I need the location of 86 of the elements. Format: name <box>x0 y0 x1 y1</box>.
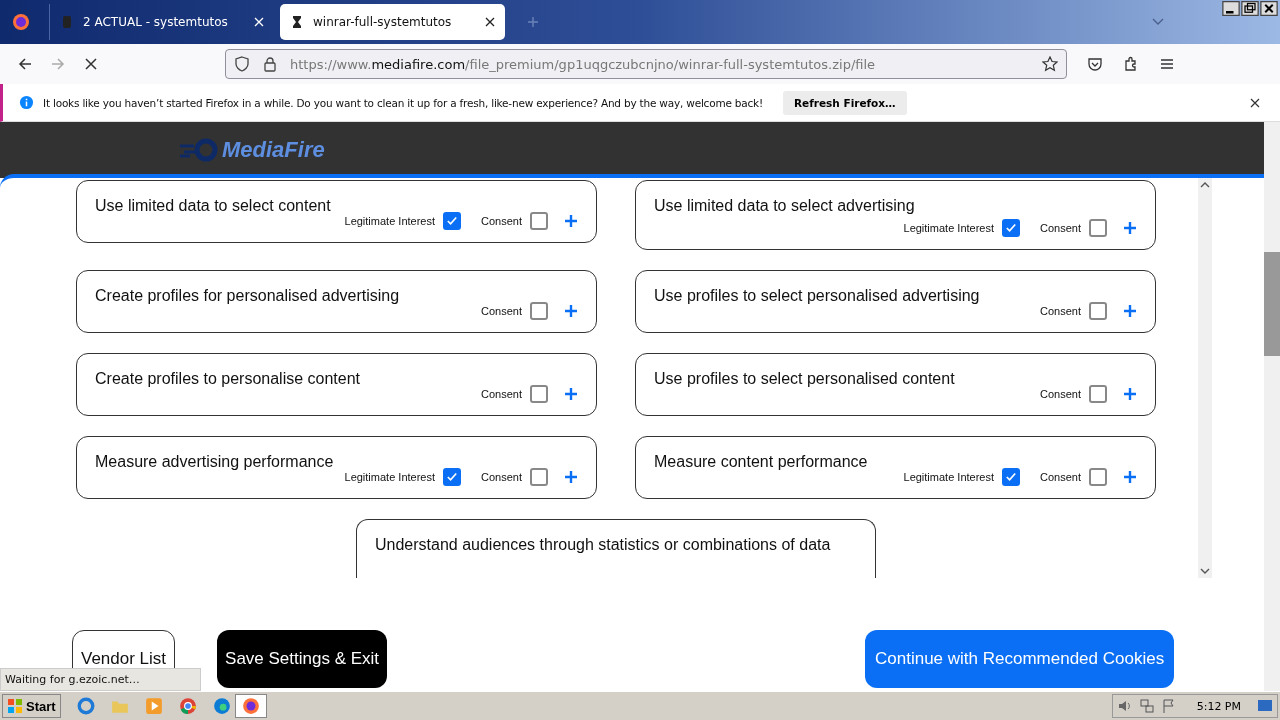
star-icon[interactable] <box>1042 56 1058 72</box>
shield-icon <box>234 56 250 72</box>
notification-message: It looks like you haven’t started Firefox in a while. Do you want to clean it up for a fresh, like-new experience? And by the way, welcome back! <box>43 96 763 109</box>
expand-icon[interactable] <box>564 304 578 318</box>
address-bar[interactable]: https://www.mediafire.com/file_premium/gp1uqgczubcnjno/winrar-full-systemtutos.zip/file <box>225 49 1067 79</box>
checkmark-icon <box>1004 470 1018 484</box>
purpose-title: Use limited data to select content <box>95 197 331 215</box>
checkbox-label: Legitimate Interest <box>344 471 435 483</box>
minimize-icon[interactable] <box>1222 1 1240 16</box>
logo-icon <box>178 138 218 162</box>
purpose-title: Use profiles to select personalised advertising <box>654 287 980 305</box>
checkbox-label: Legitimate Interest <box>344 215 435 227</box>
dialog-button[interactable]: Save Settings & Exit <box>217 630 388 688</box>
restore-icon[interactable] <box>1241 1 1259 16</box>
clock: 5:12 PM <box>1196 699 1241 713</box>
browser-tab[interactable]: winrar-full-systemtutos <box>280 4 505 40</box>
scroll-down-icon[interactable] <box>1200 568 1210 574</box>
checkbox-label: Consent <box>1040 471 1081 483</box>
purpose-title: Create profiles to personalise content <box>95 370 361 388</box>
chrome-icon[interactable] <box>178 697 197 715</box>
checkbox[interactable] <box>443 212 461 230</box>
checkmark-icon <box>445 470 459 484</box>
back-icon[interactable] <box>17 56 33 72</box>
page-icon <box>60 15 74 29</box>
dialog-button[interactable]: Continue with Recommended Cookies <box>865 630 1175 688</box>
checkbox-label: Consent <box>481 471 522 483</box>
network-icon[interactable] <box>1138 698 1155 714</box>
purpose-title: Create profiles for personalised advertising <box>95 287 400 305</box>
close-icon[interactable] <box>1260 1 1278 16</box>
speaker-icon[interactable] <box>1116 698 1133 714</box>
menu-icon[interactable] <box>1159 56 1175 72</box>
checkbox-label: Legitimate Interest <box>903 222 994 234</box>
pocket-icon[interactable] <box>1087 56 1103 72</box>
expand-icon[interactable] <box>564 214 578 228</box>
info-icon <box>19 95 34 110</box>
windows-logo-icon <box>7 698 23 714</box>
desktop-icon[interactable] <box>1257 698 1273 714</box>
status-tooltip: Waiting for g.ezoic.net… <box>0 668 201 691</box>
expand-icon[interactable] <box>1123 304 1137 318</box>
checkbox-label: Consent <box>481 388 522 400</box>
purpose-title: Understand audiences through statistics or combinations of data <box>375 536 831 554</box>
refresh-button[interactable]: Refresh Firefox… <box>783 90 907 115</box>
browser-tab[interactable]: 2 ACTUAL - systemtutos <box>49 4 274 40</box>
expand-icon[interactable] <box>1123 221 1137 235</box>
stop-icon[interactable] <box>83 56 99 72</box>
checkbox[interactable] <box>530 385 548 403</box>
checkbox[interactable] <box>530 212 548 230</box>
close-icon[interactable] <box>485 17 495 27</box>
checkbox[interactable] <box>1089 468 1107 486</box>
checkbox-label: Consent <box>1040 388 1081 400</box>
expand-icon[interactable] <box>1123 470 1137 484</box>
url-text: https://www.mediafire.com/file_premium/gp1uqgczubcnjno/winrar-full-systemtutos.zip/file <box>290 56 877 72</box>
checkbox-label: Consent <box>481 305 522 317</box>
checkbox-label: Consent <box>481 215 522 227</box>
checkbox[interactable] <box>1002 219 1020 237</box>
close-icon[interactable] <box>1250 97 1260 108</box>
lock-icon <box>262 56 278 72</box>
expand-icon[interactable] <box>564 470 578 484</box>
checkmark-icon <box>1004 221 1018 235</box>
purpose-title: Use profiles to select personalised content <box>654 370 955 388</box>
start-button[interactable]: Start <box>2 694 61 718</box>
checkmark-icon <box>445 214 459 228</box>
checkbox[interactable] <box>1089 385 1107 403</box>
checkbox-label: Legitimate Interest <box>903 471 994 483</box>
purpose-title: Measure content performance <box>654 453 868 471</box>
checkbox-label: Consent <box>1040 222 1081 234</box>
checkbox[interactable] <box>530 302 548 320</box>
expand-icon[interactable] <box>1123 387 1137 401</box>
puzzle-icon[interactable] <box>1123 56 1139 72</box>
firefox-icon[interactable] <box>11 12 31 32</box>
purpose-title: Use limited data to select advertising <box>654 197 915 215</box>
purpose-title: Measure advertising performance <box>95 453 334 471</box>
checkbox[interactable] <box>1089 219 1107 237</box>
scrollbar[interactable] <box>1264 122 1280 691</box>
checkbox[interactable] <box>1002 468 1020 486</box>
checkbox[interactable] <box>1089 302 1107 320</box>
chevron-down-icon[interactable] <box>1152 18 1164 26</box>
flag-icon[interactable] <box>1160 698 1177 714</box>
site-logo: MediaFire <box>222 137 325 163</box>
checkbox[interactable] <box>443 468 461 486</box>
hourglass-icon <box>290 15 304 29</box>
scroll-up-icon[interactable] <box>1200 182 1210 188</box>
firefox-icon[interactable] <box>241 697 260 715</box>
expand-icon[interactable] <box>564 387 578 401</box>
checkbox-label: Consent <box>1040 305 1081 317</box>
checkbox[interactable] <box>530 468 548 486</box>
